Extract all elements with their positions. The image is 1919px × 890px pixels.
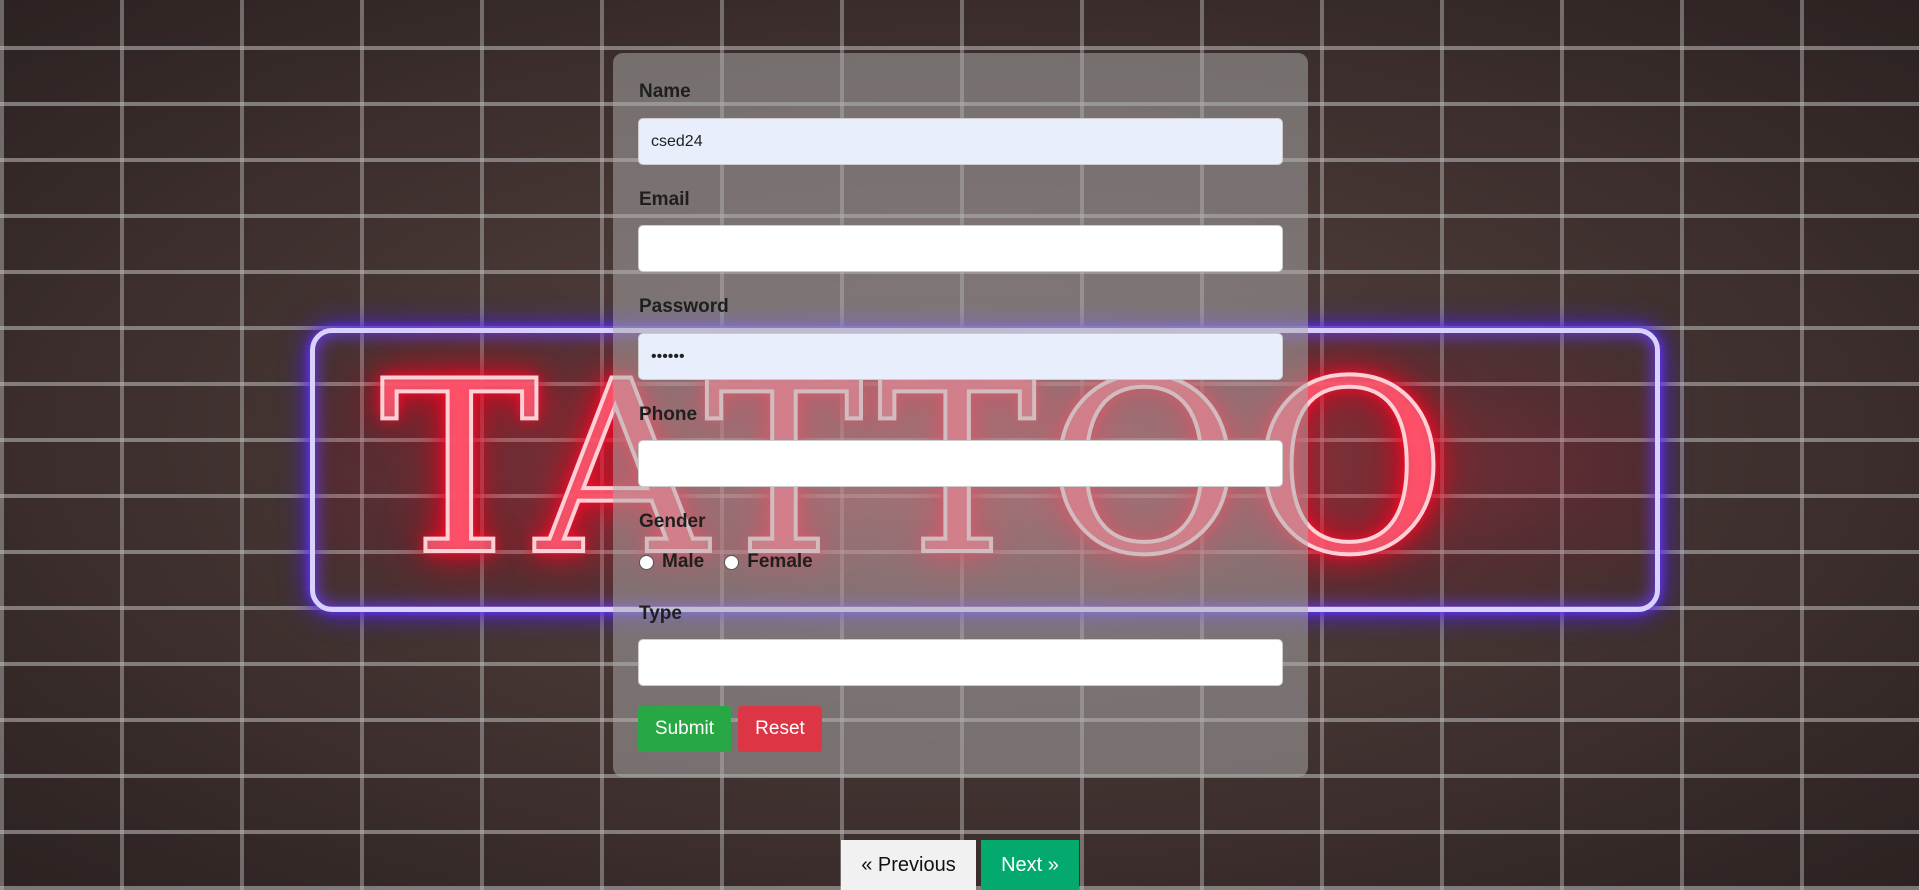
email-input[interactable] bbox=[638, 225, 1283, 272]
gender-option-female[interactable]: Female bbox=[724, 551, 813, 573]
male-radio[interactable] bbox=[639, 554, 654, 570]
registration-form: Name Email Password Phone Gender Male Fe… bbox=[613, 53, 1308, 777]
password-input[interactable] bbox=[638, 333, 1283, 380]
phone-input[interactable] bbox=[638, 440, 1283, 487]
type-input[interactable] bbox=[638, 639, 1283, 686]
gender-option-male[interactable]: Male bbox=[639, 551, 704, 573]
name-input[interactable] bbox=[638, 118, 1283, 165]
previous-page-link[interactable]: « Previous bbox=[841, 840, 976, 890]
female-radio[interactable] bbox=[724, 554, 740, 570]
next-page-link[interactable]: Next » bbox=[981, 840, 1079, 890]
gender-radio-group: Male Female bbox=[639, 551, 833, 573]
female-label: Female bbox=[747, 551, 813, 572]
submit-button[interactable]: Submit bbox=[638, 706, 731, 752]
email-label: Email bbox=[639, 189, 690, 210]
phone-label: Phone bbox=[639, 404, 698, 425]
type-label: Type bbox=[639, 603, 682, 624]
reset-button[interactable]: Reset bbox=[738, 706, 822, 752]
name-label: Name bbox=[639, 81, 691, 102]
password-label: Password bbox=[639, 296, 729, 317]
male-label: Male bbox=[662, 551, 705, 572]
gender-label: Gender bbox=[639, 511, 706, 532]
